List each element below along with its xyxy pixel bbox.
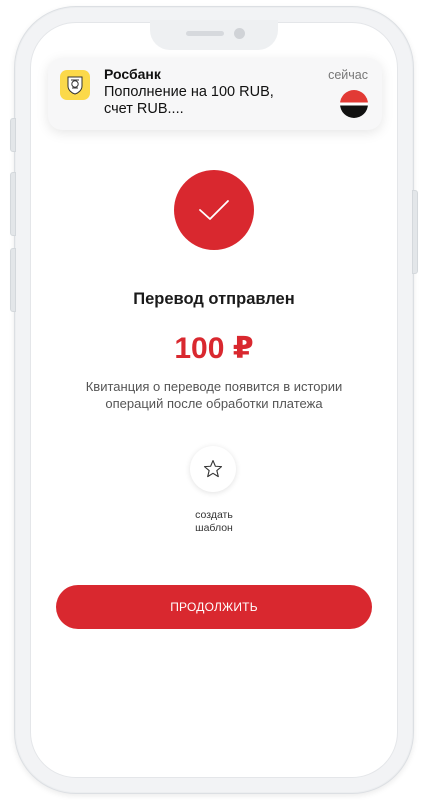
create-template-label-line1: создать <box>195 509 233 521</box>
notification-body: Пополнение на 100 RUB, счет RUB.... <box>104 84 314 118</box>
create-template-button[interactable] <box>190 446 236 492</box>
transfer-amount: 100 ₽ <box>174 332 254 365</box>
tinkoff-logo-icon <box>60 70 90 100</box>
mute-switch <box>10 118 16 152</box>
receipt-note-line2: операций после обработки платежа <box>105 396 323 411</box>
receipt-note-line1: Квитанция о переводе появится в истории <box>85 379 343 394</box>
notification-time: сейчас <box>328 68 368 82</box>
notification-body-line1: Пополнение на 100 RUB, <box>104 84 274 100</box>
volume-up-button <box>10 172 16 236</box>
power-button <box>412 190 418 274</box>
notification-title: Росбанк <box>104 66 161 82</box>
notification-body-line2: счет RUB.... <box>104 101 184 117</box>
push-notification[interactable]: Росбанк Пополнение на 100 RUB, счет RUB.… <box>48 58 382 130</box>
front-camera <box>234 28 245 39</box>
receipt-note: Квитанция о переводе появится в истории … <box>70 378 358 412</box>
page-title: Перевод отправлен <box>133 290 295 308</box>
rosbank-logo-icon <box>340 90 368 118</box>
create-template-label[interactable]: создать шаблон <box>0 509 428 535</box>
create-template-label-line2: шаблон <box>195 522 233 534</box>
star-icon <box>203 460 223 478</box>
success-check-icon <box>174 170 254 250</box>
continue-button[interactable]: ПРОДОЛЖИТЬ <box>56 585 372 629</box>
speaker-grill <box>186 31 224 36</box>
notch <box>150 20 278 50</box>
